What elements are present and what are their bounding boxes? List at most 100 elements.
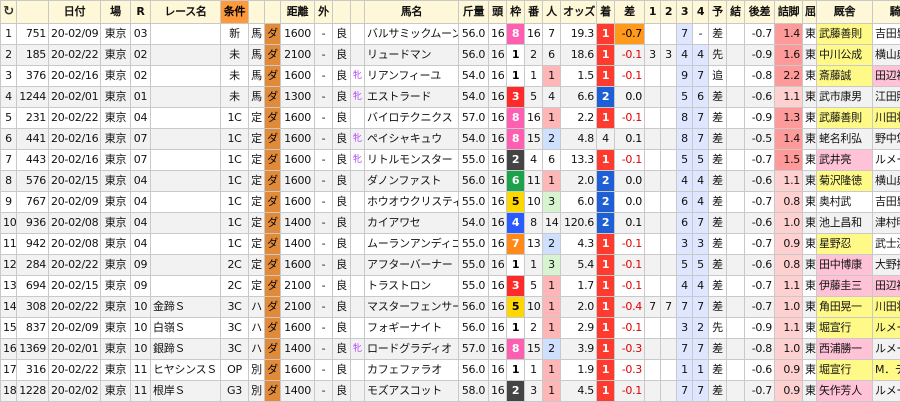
race-condition: 馬 — [249, 87, 265, 108]
horse-name[interactable]: カフェファラオ — [365, 360, 459, 381]
horse-name[interactable]: ダノンファスト — [365, 171, 459, 192]
horse-number: 10 — [525, 192, 543, 213]
table-row[interactable]: 976720-02/09東京041C定ダ1600-良ホウオウクリスティ55.01… — [1, 192, 900, 213]
table-row[interactable]: 1093620-02/08東京041C定ダ1400-良カイアワセ54.01648… — [1, 213, 900, 234]
column-header — [351, 1, 365, 24]
race-name — [151, 213, 221, 234]
row-number: 13 — [1, 276, 17, 297]
horse-name[interactable]: ペイシャキュウ — [365, 129, 459, 150]
table-row[interactable]: 857620-02/15東京041C定ダ1600-良ダノンファスト56.0166… — [1, 171, 900, 192]
corner-2 — [661, 339, 677, 360]
horse-name[interactable]: トラストロン — [365, 276, 459, 297]
trainer-name: 中川公成 — [817, 45, 873, 66]
horse-name[interactable]: エストラード — [365, 87, 459, 108]
horse-name[interactable]: リアンフィーユ — [365, 66, 459, 87]
result-mark — [727, 24, 745, 45]
table-row[interactable]: 218520-02/22東京02未馬ダ2100-良リュードマン56.016126… — [1, 45, 900, 66]
trainer-name: 矢作芳人 — [817, 381, 873, 402]
table-row[interactable]: 744320-02/16東京071C定ダ1600-良牝リトルモンスター55.01… — [1, 150, 900, 171]
horse-number: 3 — [525, 381, 543, 402]
horse-number: 13 — [525, 234, 543, 255]
race-condition: 馬 — [249, 45, 265, 66]
table-row[interactable]: 18122820-02/02東京11根岸ＳG3別ダ1400-良モズアスコット58… — [1, 381, 900, 402]
weight: 56.0 — [459, 45, 489, 66]
late-margin: -0.7 — [745, 276, 775, 297]
table-row[interactable]: 4124420-02/01東京01未馬ダ1300-良牝エストラード54.0163… — [1, 87, 900, 108]
race-condition: ハ — [249, 297, 265, 318]
field-size: 16 — [489, 66, 507, 87]
distance: 1400 — [281, 381, 315, 402]
track-name: 東京 — [101, 381, 131, 402]
column-header: 馬名 — [365, 1, 459, 24]
horse-name[interactable]: リュードマン — [365, 45, 459, 66]
race-number: 07 — [131, 129, 151, 150]
surface-type: ダ — [265, 87, 281, 108]
table-row[interactable]: 1228420-02/22東京092C定ダ1600-良アフターバーナー55.01… — [1, 255, 900, 276]
outer-course: - — [315, 255, 333, 276]
horse-name[interactable]: マスターフェンサー — [365, 297, 459, 318]
table-row[interactable]: 1430820-02/22東京10金蹄Ｓ3Cハダ2100-良マスターフェンサー5… — [1, 297, 900, 318]
popularity: 2 — [543, 234, 561, 255]
corner-2 — [661, 234, 677, 255]
reload-icon[interactable]: ↻ — [1, 1, 17, 24]
going: 良 — [333, 213, 351, 234]
frame-number: 5 — [507, 192, 525, 213]
frame-number: 8 — [507, 24, 525, 45]
sex-mark — [351, 108, 365, 129]
table-row[interactable]: 337620-02/16東京02未馬ダ1600-良牝リアンフィーユ54.0161… — [1, 66, 900, 87]
margin: -0.3 — [615, 339, 645, 360]
going: 良 — [333, 339, 351, 360]
horse-name[interactable]: リトルモンスター — [365, 150, 459, 171]
column-header — [17, 1, 49, 24]
field-size: 16 — [489, 276, 507, 297]
horse-name[interactable]: ホウオウクリスティ — [365, 192, 459, 213]
distance: 1600 — [281, 24, 315, 45]
closing-speed: 0.9 — [775, 360, 803, 381]
table-row[interactable]: 1731620-02/22東京11ヒヤシンスＳOP別ダ1600-良カフェファラオ… — [1, 360, 900, 381]
popularity: 7 — [543, 24, 561, 45]
sex-mark — [351, 234, 365, 255]
column-header: 詰脚 — [775, 1, 803, 24]
table-row[interactable]: 1583720-02/09東京10白嶺Ｓ3Cハダ1600-良フォギーナイト56.… — [1, 318, 900, 339]
going: 良 — [333, 66, 351, 87]
race-id: 767 — [17, 192, 49, 213]
race-class: 未 — [221, 66, 249, 87]
corner-1 — [645, 255, 661, 276]
closing-speed: 0.8 — [775, 192, 803, 213]
stable-region: 東 — [803, 108, 817, 129]
race-id: 1228 — [17, 381, 49, 402]
horse-name[interactable]: バルサミックムーン — [365, 24, 459, 45]
horse-name[interactable]: ロードグラディオ — [365, 339, 459, 360]
table-row[interactable]: 16136920-02/01東京10銀蹄Ｓ3Cハダ1400-良牝ロードグラディオ… — [1, 339, 900, 360]
table-row[interactable]: 175120-02/09東京03新馬ダ1600-良バルサミックムーン56.016… — [1, 24, 900, 45]
race-name — [151, 171, 221, 192]
outer-course: - — [315, 129, 333, 150]
trainer-name: 蛯名利弘 — [817, 129, 873, 150]
horse-name[interactable]: アフターバーナー — [365, 255, 459, 276]
race-date: 20-02/15 — [49, 171, 101, 192]
weight: 55.0 — [459, 234, 489, 255]
horse-name[interactable]: ムーランアンディゴ — [365, 234, 459, 255]
horse-name[interactable]: カイアワセ — [365, 213, 459, 234]
running-style: 差 — [709, 339, 727, 360]
weight: 56.0 — [459, 360, 489, 381]
corner-1: 7 — [645, 297, 661, 318]
column-header — [333, 1, 351, 24]
closing-speed: 0.9 — [775, 234, 803, 255]
result-mark — [727, 255, 745, 276]
table-row[interactable]: 1194220-02/08東京041C定ダ1400-良ムーランアンディゴ55.0… — [1, 234, 900, 255]
table-row[interactable]: 644120-02/16東京071C定ダ1600-良牝ペイシャキュウ54.016… — [1, 129, 900, 150]
corner-4: 7 — [693, 297, 709, 318]
jockey-name: 田辺裕信 — [873, 276, 900, 297]
closing-speed: 1.1 — [775, 318, 803, 339]
table-row[interactable]: 1369420-02/15東京092C定ダ2100-良トラストロン55.0163… — [1, 276, 900, 297]
odds: 4.5 — [561, 381, 597, 402]
trainer-name: 角田晃一 — [817, 297, 873, 318]
horse-name[interactable]: バイロテクニクス — [365, 108, 459, 129]
horse-name[interactable]: フォギーナイト — [365, 318, 459, 339]
track-name: 東京 — [101, 360, 131, 381]
track-name: 東京 — [101, 255, 131, 276]
horse-name[interactable]: モズアスコット — [365, 381, 459, 402]
odds: 13.3 — [561, 150, 597, 171]
table-row[interactable]: 523120-02/22東京041C定ダ1600-良バイロテクニクス57.016… — [1, 108, 900, 129]
